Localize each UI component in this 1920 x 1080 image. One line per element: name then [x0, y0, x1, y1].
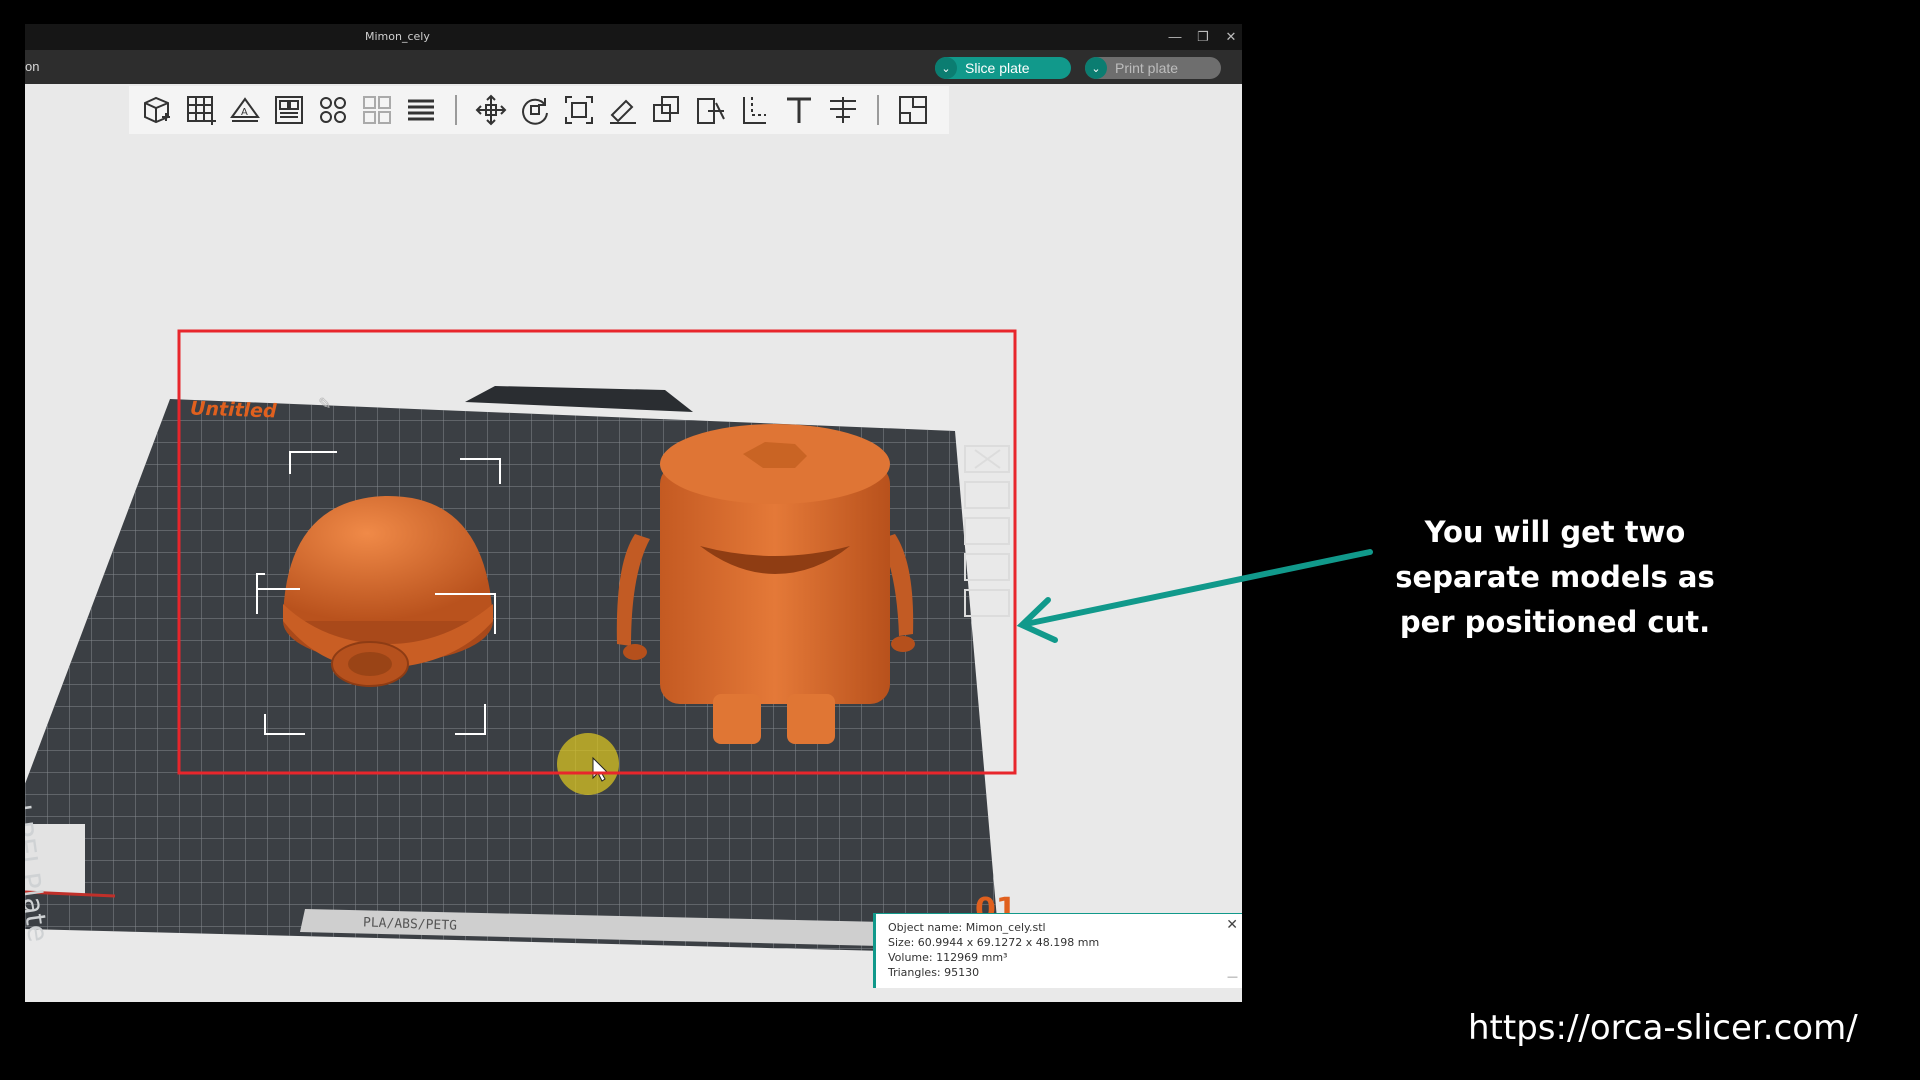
layers-icon[interactable]: [401, 90, 441, 130]
arrange-plate-icon[interactable]: [964, 517, 1010, 545]
plate-side-toolbar: [964, 445, 1010, 617]
minimize-icon[interactable]: —: [1227, 969, 1238, 984]
restore-icon[interactable]: ❐: [1193, 27, 1213, 47]
split-parts-icon[interactable]: [357, 90, 397, 130]
plate-name[interactable]: Untitled: [190, 397, 277, 422]
measure-icon[interactable]: [823, 90, 863, 130]
caption-line-3: per positioned cut.: [1399, 605, 1711, 639]
cursor-highlight: [557, 733, 619, 795]
move-icon[interactable]: [471, 90, 511, 130]
object-triangles: Triangles: 95130: [888, 966, 980, 979]
cut-icon[interactable]: [691, 90, 731, 130]
auto-orient-icon[interactable]: A: [225, 90, 265, 130]
svg-text:A: A: [241, 107, 248, 118]
plate-settings-icon[interactable]: [964, 589, 1010, 617]
caption-line-2: separate models as: [1395, 560, 1715, 594]
object-volume: Volume: 112969 mm³: [888, 951, 1008, 964]
chevron-down-icon[interactable]: ⌄: [935, 57, 957, 79]
menu-item-partial[interactable]: on: [25, 59, 39, 74]
print-plate-button[interactable]: ⌄ Print plate: [1085, 57, 1221, 79]
main-toolbar: A: [129, 86, 949, 134]
print-plate-label: Print plate: [1115, 60, 1179, 76]
add-cube-icon[interactable]: [137, 90, 177, 130]
lock-plate-icon[interactable]: [964, 553, 1010, 581]
object-info-panel: ✕ Object name: Mimon_cely.stl Size: 60.9…: [873, 913, 1242, 988]
website-url: https://orca-slicer.com/: [1468, 1008, 1858, 1048]
scale-icon[interactable]: [559, 90, 599, 130]
split-objects-icon[interactable]: [313, 90, 353, 130]
window-title: Mimon_cely: [365, 30, 430, 43]
close-icon[interactable]: ✕: [1221, 27, 1241, 47]
rotate-icon[interactable]: [515, 90, 555, 130]
toolbar-divider: [877, 95, 879, 125]
caption-line-1: You will get two: [1424, 515, 1686, 549]
object-name: Object name: Mimon_cely.stl: [888, 921, 1046, 934]
chevron-down-icon[interactable]: ⌄: [1085, 57, 1107, 79]
minimize-icon[interactable]: —: [1165, 27, 1185, 47]
arrange-icon[interactable]: [269, 90, 309, 130]
annotation-caption: You will get two separate models as per …: [1370, 510, 1740, 645]
menubar: on ⌄ Slice plate ⌄ Print plate: [25, 50, 1242, 84]
orient-plate-icon[interactable]: [964, 481, 1010, 509]
assembly-icon[interactable]: [893, 90, 933, 130]
text-icon[interactable]: [779, 90, 819, 130]
toolbar-divider: [455, 95, 457, 125]
boolean-icon[interactable]: [647, 90, 687, 130]
object-size: Size: 60.9944 x 69.1272 x 48.198 mm: [888, 936, 1100, 949]
edit-icon[interactable]: ✎: [318, 394, 331, 414]
slice-plate-button[interactable]: ⌄ Slice plate: [935, 57, 1071, 79]
window-titlebar: Mimon_cely — ❐ ✕: [25, 24, 1242, 50]
close-icon[interactable]: ✕: [1226, 918, 1238, 933]
slice-plate-label: Slice plate: [965, 60, 1030, 76]
paint-brush-icon[interactable]: [603, 90, 643, 130]
orca-slicer-window: Mimon_cely — ❐ ✕ on ⌄ Slice plate ⌄ Prin…: [25, 24, 1242, 1002]
3d-viewport[interactable]: [25, 134, 1242, 1002]
grid-plate-icon[interactable]: [181, 90, 221, 130]
seam-icon[interactable]: [735, 90, 775, 130]
